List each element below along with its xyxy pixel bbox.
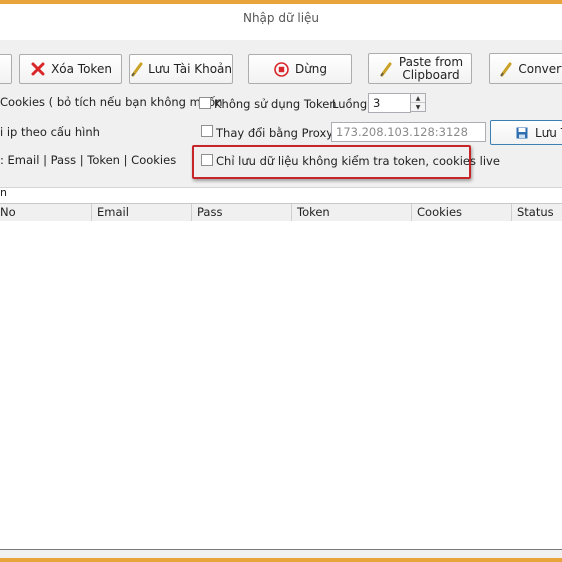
save-proxy-label: Lưu Ta: [535, 125, 562, 140]
column-header-pass[interactable]: Pass: [192, 204, 292, 221]
paste-label: Paste from Clipboard: [398, 54, 464, 82]
convert-label: Convert C: [518, 61, 562, 76]
data-grid[interactable]: [0, 221, 562, 549]
column-header-cookies[interactable]: Cookies: [412, 204, 512, 221]
column-header-token[interactable]: Token: [292, 204, 412, 221]
highlight-box: [192, 145, 471, 179]
change-proxy-label[interactable]: Thay đổi bằng Proxy: [216, 126, 333, 140]
close-x-icon: [29, 62, 47, 76]
pencil-icon: [130, 61, 144, 77]
spin-up-icon[interactable]: ▲: [411, 94, 425, 103]
column-header-no[interactable]: No: [0, 204, 92, 221]
column-header-email[interactable]: Email: [92, 204, 192, 221]
column-header-status[interactable]: Status: [512, 204, 562, 221]
floppy-disk-icon: [513, 127, 531, 139]
section-divider: [0, 187, 562, 188]
paste-label-line1: Paste from: [398, 54, 464, 69]
cookies-note: Cookies ( bỏ tích nếu bạn không muốn: [0, 95, 223, 109]
spin-down-icon[interactable]: ▼: [411, 103, 425, 111]
save-proxy-button[interactable]: Lưu Ta: [490, 120, 562, 145]
delete-token-button[interactable]: Xóa Token: [19, 54, 122, 84]
pencil-icon: [377, 61, 395, 77]
save-account-button[interactable]: Lưu Tài Khoản: [129, 54, 233, 84]
pencil-icon: [498, 61, 514, 77]
no-token-label[interactable]: Không sử dụng Token: [214, 97, 337, 111]
section-label: n: [0, 186, 7, 199]
stop-label: Dừng: [294, 62, 328, 76]
change-proxy-checkbox[interactable]: [201, 125, 213, 137]
convert-button[interactable]: Convert C: [489, 53, 562, 84]
ip-note: i ip theo cấu hình: [0, 125, 100, 139]
window-footer: [0, 550, 562, 558]
window-title: Nhập dữ liệu: [0, 4, 562, 34]
partial-left-button[interactable]: [0, 54, 12, 84]
delete-token-label: Xóa Token: [51, 62, 112, 76]
threads-label: Luồng: [332, 97, 368, 111]
threads-spinner[interactable]: ▲ ▼: [410, 93, 426, 112]
window-frame-bottom: [0, 558, 562, 562]
format-note: : Email | Pass | Token | Cookies: [0, 153, 177, 167]
stop-button[interactable]: Dừng: [248, 54, 352, 84]
paste-from-clipboard-button[interactable]: Paste from Clipboard: [368, 53, 472, 84]
table-header: No Email Pass Token Cookies Status: [0, 203, 562, 222]
paste-label-line2: Clipboard: [402, 67, 460, 82]
no-token-checkbox[interactable]: [199, 97, 211, 109]
proxy-input[interactable]: 173.208.103.128:3128: [331, 122, 486, 142]
save-account-label: Lưu Tài Khoản: [148, 62, 232, 76]
threads-input[interactable]: 3: [368, 93, 411, 113]
stop-icon: [273, 61, 291, 77]
